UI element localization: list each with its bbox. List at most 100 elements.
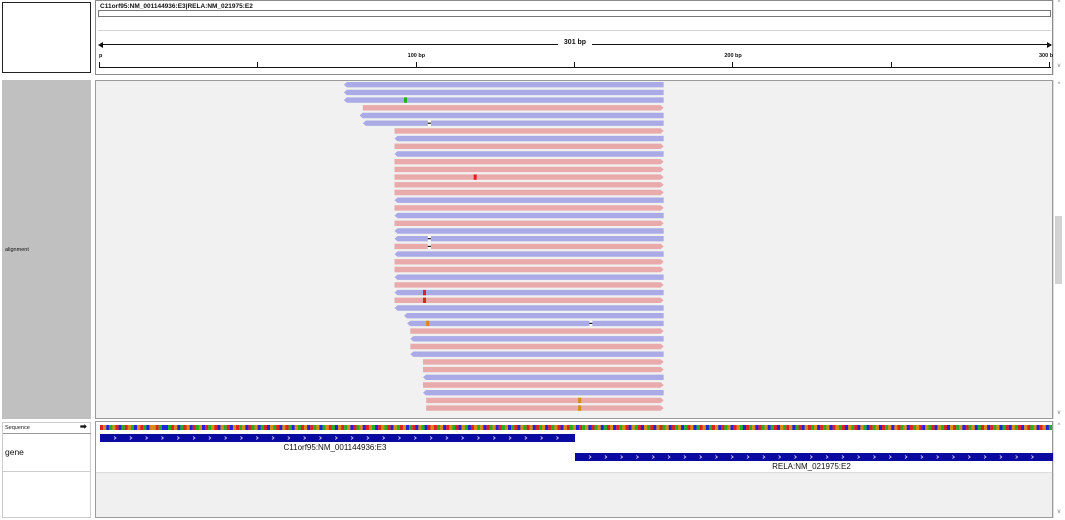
reference-base[interactable] <box>946 425 951 430</box>
reference-base[interactable] <box>245 425 249 430</box>
reference-base[interactable] <box>869 425 873 430</box>
reference-base[interactable] <box>486 425 490 430</box>
reference-base[interactable] <box>418 425 422 430</box>
gene-feature[interactable] <box>100 434 575 442</box>
reference-base[interactable] <box>640 425 645 430</box>
reference-base[interactable] <box>402 425 407 430</box>
reference-base[interactable] <box>940 425 944 430</box>
reference-base[interactable] <box>155 425 159 430</box>
reference-base[interactable] <box>875 425 880 430</box>
header-scrollbar[interactable]: ^ v <box>1053 0 1063 75</box>
reference-base[interactable] <box>854 425 858 430</box>
read[interactable] <box>423 374 664 380</box>
read[interactable] <box>359 112 664 119</box>
reference-base[interactable] <box>739 425 744 430</box>
reference-base[interactable] <box>795 425 799 430</box>
read[interactable] <box>394 266 664 273</box>
reference-base[interactable] <box>137 425 141 430</box>
reference-base[interactable] <box>953 425 957 430</box>
reference-base[interactable] <box>674 425 679 430</box>
reference-base[interactable] <box>690 425 694 430</box>
reference-base[interactable] <box>770 425 774 430</box>
reference-base[interactable] <box>313 425 317 430</box>
read-body[interactable] <box>394 135 664 142</box>
read[interactable] <box>410 336 664 342</box>
reference-base[interactable] <box>860 425 864 430</box>
reference-base[interactable] <box>736 425 740 430</box>
reference-base[interactable] <box>597 425 601 430</box>
reference-base[interactable] <box>665 425 669 430</box>
reference-base[interactable] <box>427 425 431 430</box>
reference-base[interactable] <box>897 425 901 430</box>
reference-base[interactable] <box>270 425 274 430</box>
reference-base[interactable] <box>950 425 954 430</box>
reference-base[interactable] <box>440 425 444 430</box>
reference-base[interactable] <box>1005 425 1009 430</box>
read-body[interactable] <box>423 390 664 396</box>
reference-base[interactable] <box>399 425 404 430</box>
reference-base[interactable] <box>832 425 836 430</box>
reference-base[interactable] <box>282 425 286 430</box>
reference-base[interactable] <box>545 425 549 430</box>
reference-base[interactable] <box>492 425 496 430</box>
reference-base[interactable] <box>807 425 812 430</box>
mismatch-base[interactable] <box>423 289 426 296</box>
reference-base[interactable] <box>1018 425 1022 430</box>
reference-base[interactable] <box>378 425 382 430</box>
reference-base[interactable] <box>535 425 540 430</box>
read-body[interactable] <box>394 282 664 288</box>
read-body[interactable] <box>404 313 664 319</box>
read[interactable] <box>423 366 664 373</box>
reference-base[interactable] <box>863 425 867 430</box>
reference-base[interactable] <box>613 425 617 430</box>
mismatch-base[interactable] <box>426 320 430 327</box>
reference-base[interactable] <box>761 425 765 430</box>
read[interactable] <box>394 220 664 226</box>
reference-base[interactable] <box>322 425 326 430</box>
reference-base[interactable] <box>826 425 830 430</box>
read-body[interactable] <box>359 112 664 119</box>
mismatch-base[interactable] <box>423 297 426 303</box>
reference-base[interactable] <box>310 425 314 430</box>
reference-base[interactable] <box>699 425 703 430</box>
reference-base[interactable] <box>980 425 985 430</box>
read-body[interactable] <box>423 366 664 373</box>
read[interactable] <box>362 105 664 111</box>
gene-feature[interactable] <box>575 453 1054 461</box>
strand-arrow-icon[interactable]: ➡ <box>80 422 87 431</box>
reference-base[interactable] <box>916 425 920 430</box>
reference-base[interactable] <box>1033 425 1037 430</box>
reference-base[interactable] <box>260 425 264 430</box>
read[interactable] <box>394 243 664 250</box>
reference-base[interactable] <box>684 425 688 430</box>
reference-base[interactable] <box>174 425 178 430</box>
reference-base[interactable] <box>177 425 181 430</box>
reference-base[interactable] <box>461 425 465 430</box>
reference-base[interactable] <box>124 425 128 430</box>
read-body[interactable] <box>407 320 664 327</box>
reference-base[interactable] <box>1002 425 1006 430</box>
read-body[interactable] <box>394 189 664 196</box>
reference-base[interactable] <box>758 425 762 430</box>
reference-base[interactable] <box>121 425 125 430</box>
read-body[interactable] <box>410 343 664 350</box>
read[interactable] <box>407 320 664 327</box>
mismatch-base[interactable] <box>578 397 582 404</box>
read-body[interactable] <box>362 120 664 126</box>
reference-base[interactable] <box>511 425 515 430</box>
read[interactable] <box>343 82 664 88</box>
reference-base[interactable] <box>780 425 784 430</box>
reference-base[interactable] <box>149 425 153 430</box>
reference-base[interactable] <box>523 425 527 430</box>
read[interactable] <box>394 212 664 219</box>
read[interactable] <box>423 390 664 396</box>
reference-base[interactable] <box>341 425 345 430</box>
reference-base[interactable] <box>644 425 648 430</box>
read[interactable] <box>410 343 664 350</box>
scroll-up-icon[interactable]: ^ <box>1054 0 1064 6</box>
reference-base[interactable] <box>158 425 162 430</box>
reference-base[interactable] <box>984 425 988 430</box>
reference-base[interactable] <box>625 425 629 430</box>
reference-base[interactable] <box>103 425 107 430</box>
read[interactable] <box>394 289 664 296</box>
